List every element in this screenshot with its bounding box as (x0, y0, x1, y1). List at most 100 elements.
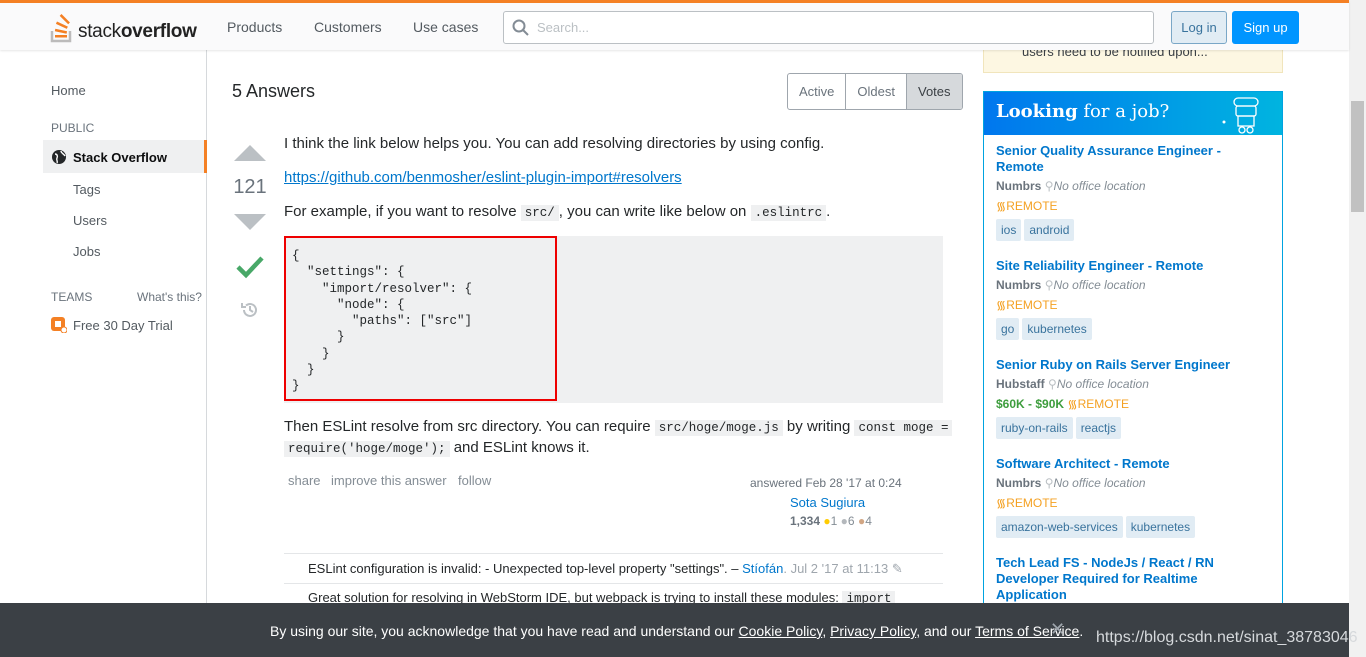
logo-text: stackoverflow (78, 21, 197, 43)
teams-icon (51, 317, 67, 333)
answers-count-heading: 5 Answers (232, 81, 316, 101)
highlight-box (284, 236, 557, 401)
upvote-icon[interactable] (233, 144, 269, 162)
downvote-icon[interactable] (233, 213, 269, 231)
scrollbar-thumb[interactable] (1351, 101, 1364, 212)
job-tag[interactable]: amazon-web-services (996, 516, 1123, 538)
share-link[interactable]: share (288, 473, 321, 488)
job-tag[interactable]: kubernetes (1125, 516, 1196, 538)
wifi-icon: ᯾ (996, 298, 1007, 312)
job-location: No office location (1053, 278, 1146, 292)
sidebar-item-users[interactable]: Users (73, 213, 107, 228)
sidebar-heading-public: PUBLIC (51, 121, 95, 135)
answer-paragraph-2: For example, if you want to resolve src/… (284, 202, 830, 223)
accepted-check-icon (236, 256, 264, 279)
jobs-title-rest: for a job? (1077, 101, 1170, 122)
job-title[interactable]: Senior Ruby on Rails Server Engineer (996, 357, 1266, 373)
job-title[interactable]: Site Reliability Engineer - Remote (996, 258, 1266, 274)
text: By using our site, you acknowledge that … (270, 623, 739, 639)
bronze-count: 4 (865, 514, 872, 528)
text: . (1079, 623, 1084, 639)
job-company-row: Hubstaff ⚲No office location (996, 377, 1266, 391)
answer-sort-tabs: Active Oldest Votes (787, 73, 963, 110)
text: , you can write like below on (558, 203, 751, 220)
gold-count: 1 (830, 514, 838, 528)
job-listing[interactable]: Tech Lead FS - NodeJs / React / RN Devel… (996, 555, 1266, 603)
job-tag[interactable]: go (996, 318, 1020, 340)
sidebar-heading-teams: TEAMS (51, 290, 93, 304)
location-pin-icon: ⚲ (1048, 377, 1057, 391)
remote-label: REMOTE (1077, 397, 1129, 411)
search-input[interactable]: Search... (503, 11, 1154, 44)
remote-label: REMOTE (1006, 298, 1058, 312)
job-meta-row: ᯾REMOTE (996, 296, 1266, 313)
job-tag[interactable]: ruby-on-rails (996, 417, 1073, 439)
job-company: Hubstaff (996, 377, 1045, 391)
improve-answer-link[interactable]: improve this answer (331, 473, 447, 488)
privacy-policy-link[interactable]: Privacy Policy (830, 623, 916, 639)
text: . (826, 203, 831, 220)
stackoverflow-logo[interactable]: stackoverflow (50, 11, 197, 43)
follow-link[interactable]: follow (458, 473, 491, 488)
wifi-icon: ᯾ (996, 496, 1007, 510)
job-company-row: Numbrs ⚲No office location (996, 179, 1266, 193)
text: , and our (916, 623, 976, 639)
job-salary: $60K - $90K (996, 397, 1065, 411)
sidebar-item-home[interactable]: Home (51, 83, 86, 98)
text: by writing (782, 418, 855, 435)
wifi-icon: ᯾ (996, 199, 1007, 213)
nav-customers[interactable]: Customers (314, 19, 382, 35)
sidebar-item-tags[interactable]: Tags (73, 182, 100, 197)
cookie-text: By using our site, you acknowledge that … (270, 623, 1083, 639)
robot-icon (1222, 97, 1259, 134)
job-location: No office location (1056, 377, 1149, 391)
job-title[interactable]: Senior Quality Assurance Engineer - Remo… (996, 143, 1266, 175)
nav-products[interactable]: Products (227, 19, 282, 35)
text: and ESLint knows it. (449, 439, 590, 456)
whats-this-link[interactable]: What's this? (137, 290, 202, 304)
history-icon[interactable] (240, 300, 276, 320)
job-listing[interactable]: Software Architect - Remote Numbrs ⚲No of… (996, 456, 1266, 538)
user-link[interactable]: Sota Sugiura (790, 495, 865, 510)
job-tag[interactable]: kubernetes (1022, 318, 1092, 340)
job-company: Numbrs (996, 179, 1042, 193)
inline-code: src/hoge/moge.js (654, 420, 783, 436)
job-tag[interactable]: reactjs (1075, 417, 1122, 439)
job-meta-row: ᯾REMOTE (996, 494, 1266, 511)
scrollbar[interactable] (1349, 0, 1366, 657)
job-tag[interactable]: android (1024, 219, 1075, 241)
tab-active[interactable]: Active (788, 74, 845, 109)
tab-votes[interactable]: Votes (905, 74, 962, 109)
sidebar-item-stack-overflow[interactable]: Stack Overflow (51, 149, 167, 165)
comment-date: Jul 2 '17 at 11:13 (790, 561, 889, 576)
cookie-policy-link[interactable]: Cookie Policy (739, 623, 823, 639)
job-tag[interactable]: ios (996, 219, 1022, 241)
job-location: No office location (1053, 179, 1146, 193)
silver-count: 6 (847, 514, 855, 528)
answered-timestamp: answered Feb 28 '17 at 0:24 (750, 476, 902, 490)
nav-use-cases[interactable]: Use cases (413, 19, 478, 35)
job-title[interactable]: Tech Lead FS - NodeJs / React / RN Devel… (996, 555, 1266, 603)
sidebar-item-jobs[interactable]: Jobs (73, 244, 100, 259)
job-title[interactable]: Software Architect - Remote (996, 456, 1266, 472)
globe-icon (52, 150, 66, 164)
job-location: No office location (1053, 476, 1146, 490)
edit-pencil-icon[interactable]: ✎ (892, 561, 903, 576)
free-trial-label: Free 30 Day Trial (73, 317, 173, 333)
comment: ESLint configuration is invalid: - Unexp… (284, 553, 943, 583)
job-tags: go kubernetes (996, 318, 1266, 340)
login-button[interactable]: Log in (1171, 11, 1227, 44)
comment-user-link[interactable]: Stíofán (742, 561, 783, 576)
gold-badge-icon: ● (823, 514, 831, 528)
job-tags: ruby-on-rails reactjs (996, 417, 1266, 439)
signup-button[interactable]: Sign up (1232, 11, 1299, 44)
close-icon[interactable]: ✕ (1050, 619, 1065, 640)
job-tags: ios android (996, 219, 1266, 241)
free-trial-link[interactable]: Free 30 Day Trial (51, 317, 173, 333)
top-bar: stackoverflow Products Customers Use cas… (0, 0, 1349, 50)
tab-oldest[interactable]: Oldest (845, 74, 906, 109)
job-listing[interactable]: Senior Ruby on Rails Server Engineer Hubs… (996, 357, 1266, 439)
job-listing[interactable]: Site Reliability Engineer - Remote Numbrs… (996, 258, 1266, 340)
resolver-link[interactable]: https://github.com/benmosher/eslint-plug… (284, 168, 682, 188)
job-listing[interactable]: Senior Quality Assurance Engineer - Remo… (996, 143, 1266, 241)
